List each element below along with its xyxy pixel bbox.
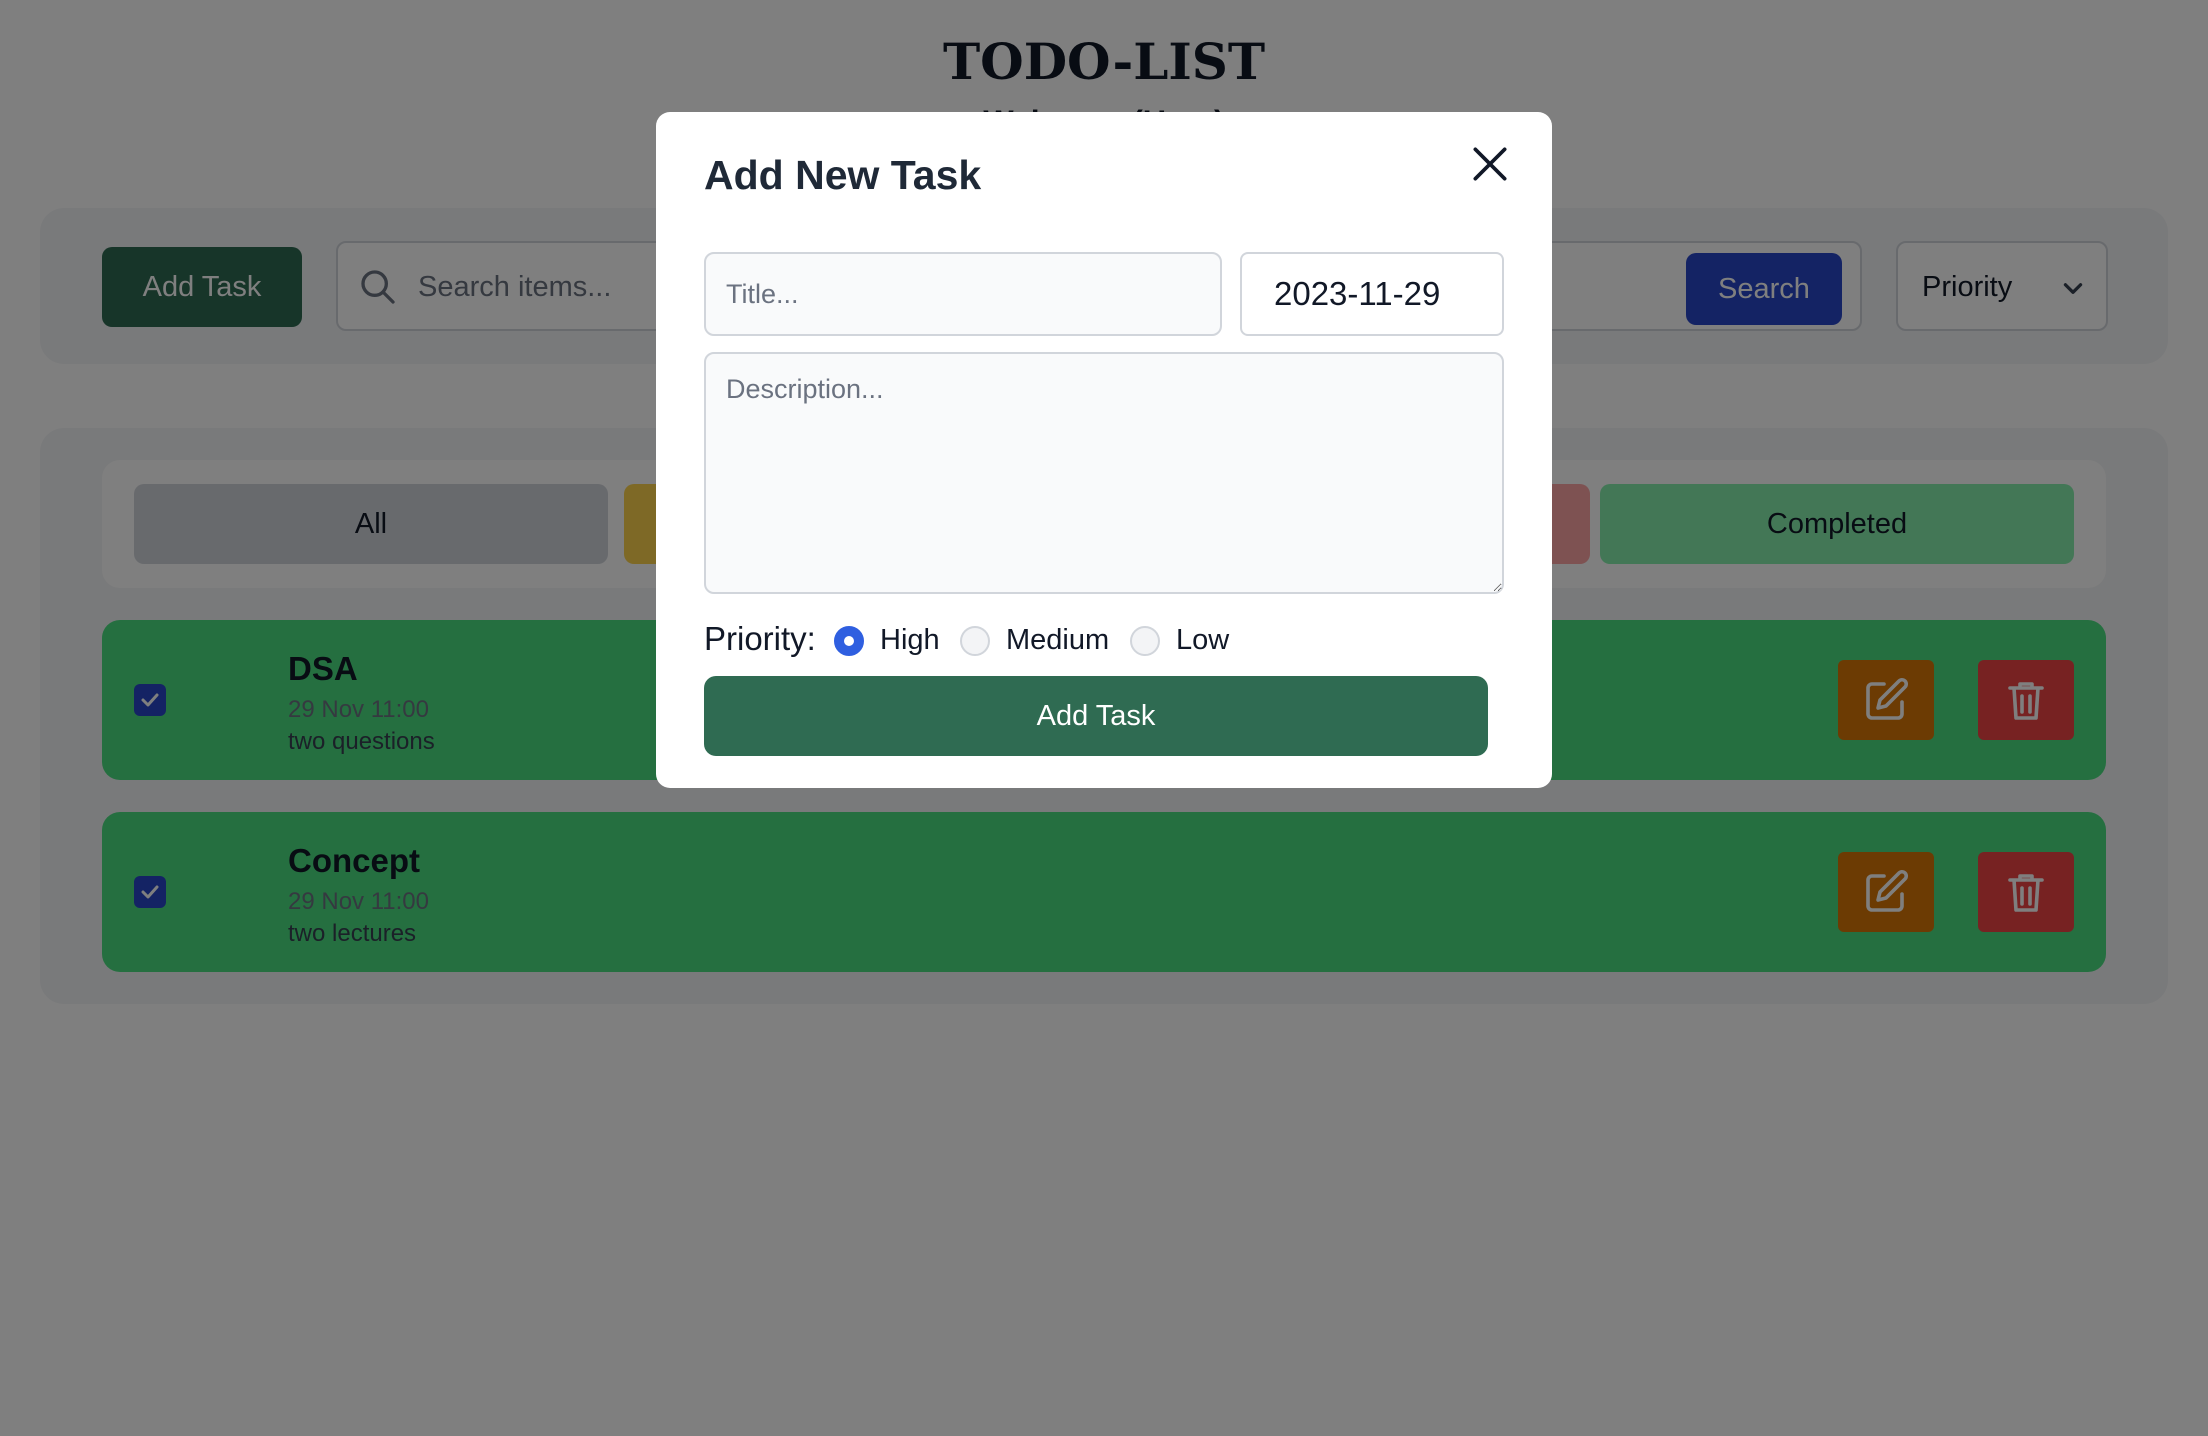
priority-high-radio[interactable]	[834, 626, 864, 656]
priority-medium-label: Medium	[1006, 624, 1110, 656]
modal-title: Add New Task	[704, 152, 982, 198]
date-input[interactable]	[1240, 252, 1504, 336]
close-modal-button[interactable]	[1468, 142, 1512, 186]
priority-radio-group: Priority: High Medium Low	[704, 618, 1504, 662]
priority-label: Priority:	[704, 620, 816, 657]
priority-medium-radio[interactable]	[960, 626, 990, 656]
add-task-modal: Add New Task Priority: High Medium Low A…	[656, 112, 1552, 788]
priority-low-radio[interactable]	[1130, 626, 1160, 656]
priority-high-label: High	[880, 624, 940, 656]
priority-low-label: Low	[1176, 624, 1230, 656]
title-input[interactable]	[704, 252, 1222, 336]
description-input[interactable]	[704, 352, 1504, 594]
close-icon	[1473, 147, 1507, 181]
submit-add-task-button[interactable]: Add Task	[704, 676, 1488, 756]
